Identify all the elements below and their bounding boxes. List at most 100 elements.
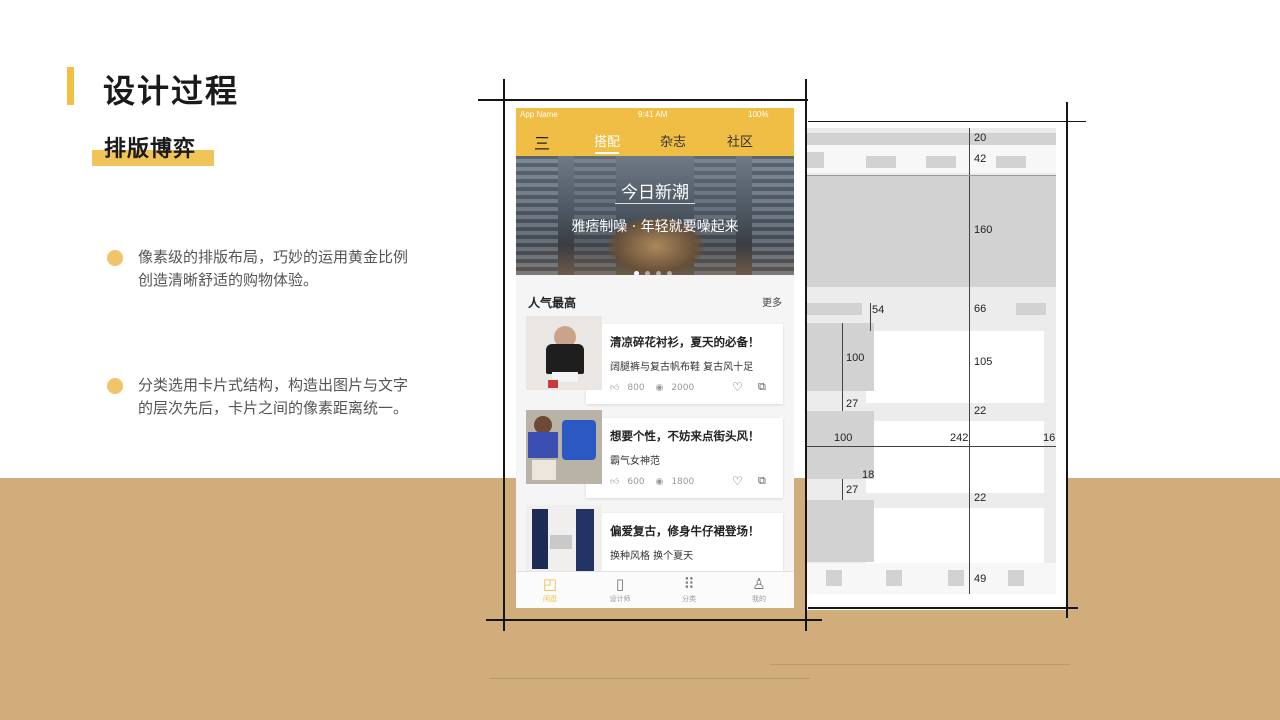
heart-icon[interactable]: ♡ <box>732 474 743 488</box>
carousel-dot[interactable] <box>645 271 650 275</box>
spec-measure-line <box>806 175 1056 176</box>
spec-dimension: 100 <box>834 432 853 444</box>
card-title: 清凉碎花衬衫，夏天的必备！ <box>610 335 760 349</box>
slide-subtitle: 排版博弈 <box>104 137 197 162</box>
card-tags: 霸气女神范 <box>610 456 660 467</box>
view-count: 1800 <box>671 477 695 487</box>
card-title: 偏爱复古，修身牛仔裙登场！ <box>610 524 760 538</box>
share-icon[interactable]: ⧉ <box>758 474 766 488</box>
top-nav: 三 搭配 杂志 社区 <box>516 122 794 156</box>
sketch-line <box>1066 102 1068 618</box>
status-battery: 100% <box>748 110 769 119</box>
carousel-dot[interactable] <box>634 271 639 275</box>
spec-banner-block <box>806 175 1056 287</box>
more-link[interactable]: 更多 <box>762 294 782 309</box>
spec-dimension: 42 <box>974 153 987 165</box>
hero-banner[interactable]: 今日新潮 雅痞制噪 · 年轻就要噪起来 <box>516 156 794 275</box>
heart-icon[interactable]: ♡ <box>732 380 743 394</box>
status-app-name: App Name <box>520 110 558 119</box>
eye-icon: ◉ <box>655 383 664 393</box>
spec-status-strip <box>806 133 1056 145</box>
menu-icon[interactable]: 三 <box>534 130 550 154</box>
bullet-line: 创造清晰舒适的购物体验。 <box>138 271 319 289</box>
spec-card-block <box>866 331 1044 403</box>
like-count: 800 <box>627 383 645 393</box>
bullet-dot <box>107 250 123 266</box>
spec-dimension: 100 <box>846 352 865 364</box>
phone-icon: ▯ <box>615 575 625 593</box>
tab-label: 设计师 <box>609 595 631 603</box>
bullet-line: 的层次先后，卡片之间的像素距离统一。 <box>138 399 409 417</box>
section-title: 人气最高 <box>528 296 577 310</box>
spec-dimension: 242 <box>950 432 969 444</box>
post-card[interactable]: 想要个性，不妨来点街头风！ 霸气女神范 👍︎ 600 ◉ 1800 ♡ ⧉ <box>526 410 783 498</box>
tab-magazine[interactable]: 杂志 <box>660 131 686 150</box>
spec-measure-line <box>806 446 1056 447</box>
carousel-dot[interactable] <box>667 271 672 275</box>
grid-icon: ⠿ <box>683 575 695 593</box>
sketch-line <box>808 607 1078 609</box>
tab-designer[interactable]: ▯ 设计师 <box>590 576 650 604</box>
spec-dimension: 105 <box>974 356 993 368</box>
thumbs-up-icon: 👍︎ <box>610 477 620 487</box>
spec-nav-block <box>806 152 824 168</box>
post-card[interactable]: 清凉碎花衬衫，夏天的必备！ 阔腿裤与复古帆布鞋 复古风十足 👍︎ 800 ◉ 200… <box>526 316 783 404</box>
carousel-dot[interactable] <box>656 271 661 275</box>
card-image[interactable] <box>526 410 602 484</box>
floor-reflection <box>490 678 810 679</box>
card-image[interactable] <box>526 316 602 390</box>
bag-icon: ◰ <box>542 575 558 593</box>
card-tags: 换种风格 换个夏天 <box>610 551 694 562</box>
spec-dimension: 16 <box>1043 432 1056 444</box>
share-icon[interactable]: ⧉ <box>758 380 766 394</box>
thumbs-up-icon: 👍︎ <box>610 383 620 393</box>
card-stats: 👍︎ 600 ◉ 1800 <box>610 477 702 487</box>
status-bar: App Name 9:41 AM 100% <box>516 108 794 122</box>
card-image[interactable] <box>526 505 602 571</box>
spec-dimension: 22 <box>974 492 987 504</box>
spec-measure-line <box>842 479 843 500</box>
tab-category[interactable]: ⠿ 分类 <box>659 576 719 604</box>
carousel-dots[interactable] <box>634 261 678 275</box>
bullet-line: 分类选用卡片式结构，构造出图片与文字 <box>138 376 409 394</box>
tab-outfits[interactable]: 搭配 <box>594 131 620 150</box>
spec-nav-block <box>926 156 956 168</box>
banner-divider <box>615 203 695 204</box>
sketch-line <box>486 619 822 621</box>
spec-nav-block <box>866 156 896 168</box>
sketch-line <box>503 79 505 631</box>
user-icon: ♙ <box>752 575 766 593</box>
spec-dimension: 27 <box>846 484 859 496</box>
spec-measure-line <box>870 303 871 331</box>
spec-dimension: 18 <box>862 469 875 481</box>
spec-dimension: 66 <box>974 303 987 315</box>
spec-tab-block <box>886 570 902 586</box>
title-accent-bar <box>67 67 74 105</box>
spec-tab-block <box>1008 570 1024 586</box>
bottom-tab-bar: ◰ 闲逛 ▯ 设计师 ⠿ 分类 ♙ 我的 <box>516 571 794 608</box>
spec-dimension: 22 <box>974 405 987 417</box>
tab-community[interactable]: 社区 <box>727 131 753 150</box>
spec-dimension: 20 <box>974 132 987 144</box>
spec-measure-line <box>842 391 843 411</box>
bullet-text: 分类选用卡片式结构，构造出图片与文字 的层次先后，卡片之间的像素距离统一。 <box>138 374 408 420</box>
spec-dimension: 54 <box>872 304 885 316</box>
sketch-line <box>805 79 807 631</box>
like-count: 600 <box>627 477 645 487</box>
spec-image-block <box>806 500 874 562</box>
banner-title: 今日新潮 <box>621 183 689 203</box>
spec-nav-block <box>996 156 1026 168</box>
tab-profile[interactable]: ♙ 我的 <box>729 576 789 604</box>
card-title: 想要个性，不妨来点街头风！ <box>610 429 760 443</box>
tab-label: 闲逛 <box>543 595 557 603</box>
spec-card-block <box>866 508 1044 564</box>
phone-screen: App Name 9:41 AM 100% 三 搭配 杂志 社区 今日新潮 雅痞… <box>516 108 794 608</box>
spec-dimension: 27 <box>846 398 859 410</box>
banner-subtitle: 雅痞制噪 · 年轻就要噪起来 <box>571 219 739 235</box>
view-count: 2000 <box>671 383 695 393</box>
tab-browse[interactable]: ◰ 闲逛 <box>520 576 580 604</box>
spec-header-block <box>1016 303 1046 315</box>
bullet-line: 像素级的排版布局，巧妙的运用黄金比例 <box>138 248 409 266</box>
eye-icon: ◉ <box>655 477 664 487</box>
spec-tab-block <box>948 570 964 586</box>
